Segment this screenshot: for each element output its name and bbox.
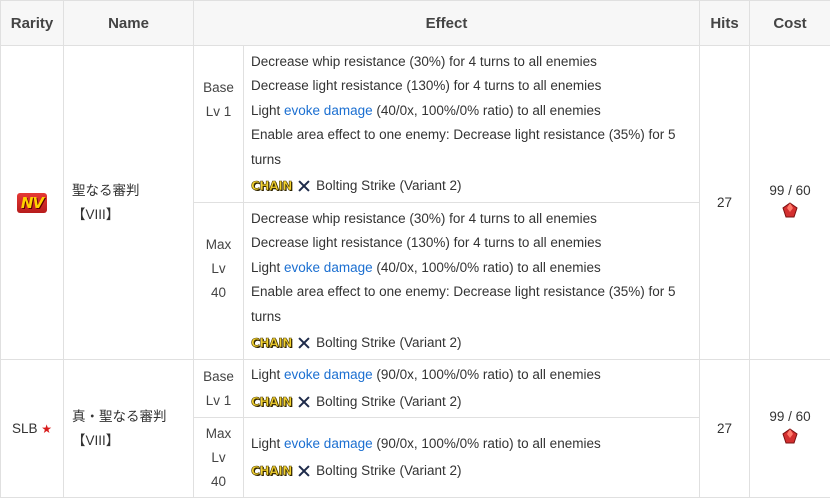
effect-line: Light evoke damage (90/0x, 100%/0% ratio… — [251, 432, 692, 457]
hits-value: 27 — [716, 195, 733, 210]
evoke-suffix: (90/0x, 100%/0% ratio) to all enemies — [372, 367, 601, 382]
level-value: Lv 1 — [205, 104, 232, 119]
chain-cross-icon — [298, 337, 310, 349]
evoke-damage-link[interactable]: evoke damage — [284, 436, 373, 451]
level-label: Max — [205, 237, 232, 252]
chain-row: CHAIN Bolting Strike (Variant 2) — [251, 390, 692, 415]
chain-row: CHAIN Bolting Strike (Variant 2) — [251, 459, 692, 484]
level-label: Base — [203, 80, 234, 95]
nv-rarity-badge: NV — [16, 192, 48, 213]
evoke-damage-link[interactable]: evoke damage — [284, 260, 373, 275]
level-label-cell: Max Lv 40 — [193, 202, 244, 360]
hits-cell: 27 — [699, 359, 750, 498]
evoke-suffix: (90/0x, 100%/0% ratio) to all enemies — [372, 436, 601, 451]
level-value: Lv 1 — [205, 392, 232, 408]
level-value: 40 — [210, 285, 227, 300]
chain-logo: CHAIN — [251, 336, 293, 351]
chain-cross-icon — [298, 180, 310, 192]
level-label: Base — [203, 368, 234, 384]
header-hits: Hits — [699, 0, 750, 46]
effect-cell: Light evoke damage (90/0x, 100%/0% ratio… — [243, 359, 700, 418]
rarity-cell: SLB ★ — [0, 359, 64, 498]
cost-value: 99 / 60 — [769, 183, 811, 198]
level-value: 40 — [210, 473, 227, 489]
rarity-text: SLB — [11, 421, 38, 436]
chain-skill-name: Bolting Strike (Variant 2) — [316, 178, 462, 193]
chain-skill-name: Bolting Strike (Variant 2) — [316, 335, 462, 350]
ability-name-cell: 真・聖なる審判 【VIII】 — [63, 359, 194, 498]
cost-cell: 99 / 60 — [749, 359, 830, 498]
header-rarity: Rarity — [0, 0, 64, 46]
chain-cross-icon — [298, 396, 310, 408]
hits-cell: 27 — [699, 45, 750, 360]
chain-cross-icon — [298, 465, 310, 477]
chain-logo: CHAIN — [251, 394, 293, 409]
chain-skill-name: Bolting Strike (Variant 2) — [316, 393, 462, 409]
effect-cell: Decrease whip resistance (30%) for 4 tur… — [243, 45, 700, 203]
evoke-prefix: Light — [251, 102, 285, 118]
evoke-prefix: Light — [251, 259, 285, 275]
level-label: Lv — [211, 449, 226, 465]
effect-line: Decrease light resistance (130%) for 4 t… — [251, 78, 602, 93]
effect-cell: Light evoke damage (90/0x, 100%/0% ratio… — [243, 417, 700, 498]
evoke-prefix: Light — [251, 436, 285, 451]
hits-value: 27 — [716, 421, 733, 436]
ability-name-suffix: 【VIII】 — [72, 206, 120, 222]
level-label: Max — [205, 425, 232, 441]
cost-value: 99 / 60 — [769, 409, 811, 424]
area-effect-line: Enable area effect to one enemy: Decreas… — [251, 284, 676, 324]
effect-line: Light evoke damage (90/0x, 100%/0% ratio… — [251, 363, 692, 388]
evoke-prefix: Light — [251, 367, 285, 382]
level-label-cell: Base Lv 1 — [193, 359, 244, 418]
area-effect-line: Enable area effect to one enemy: Decreas… — [251, 127, 676, 167]
ability-name-cell: 聖なる審判 【VIII】 — [63, 45, 194, 360]
red-gem-icon — [782, 428, 798, 444]
ability-name: 真・聖なる審判 — [72, 408, 167, 424]
header-effect: Effect — [193, 0, 700, 46]
star-icon: ★ — [41, 422, 53, 436]
chain-row: CHAIN Bolting Strike (Variant 2) — [251, 174, 692, 199]
ability-name-suffix: 【VIII】 — [72, 432, 120, 448]
evoke-suffix: (40/0x, 100%/0% ratio) to all enemies — [372, 102, 601, 118]
rarity-cell: NV — [0, 45, 64, 360]
table-row: SLB ★ 真・聖なる審判 【VIII】 Base Lv 1 Light evo… — [0, 359, 830, 498]
cost-cell: 99 / 60 — [749, 45, 830, 360]
evoke-damage-link[interactable]: evoke damage — [284, 367, 373, 382]
effect-line: Light evoke damage (40/0x, 100%/0% ratio… — [251, 99, 692, 124]
header-name: Name — [63, 0, 194, 46]
effect-line: Decrease whip resistance (30%) for 4 tur… — [251, 53, 597, 69]
level-label: Lv — [211, 261, 226, 276]
effect-line: Decrease light resistance (130%) for 4 t… — [251, 235, 602, 250]
chain-logo: CHAIN — [251, 463, 293, 478]
table-row: NV 聖なる審判 【VIII】 Base Lv 1 Decrease whip … — [0, 45, 830, 360]
effect-cell: Decrease whip resistance (30%) for 4 tur… — [243, 202, 700, 360]
header-row: Rarity Name Effect Hits Cost — [0, 0, 830, 46]
evoke-damage-link[interactable]: evoke damage — [284, 103, 373, 118]
effect-line: Decrease whip resistance (30%) for 4 tur… — [251, 210, 597, 226]
chain-logo: CHAIN — [251, 179, 293, 194]
ability-table: Rarity Name Effect Hits Cost NV 聖なる審判 【V… — [0, 0, 830, 498]
chain-skill-name: Bolting Strike (Variant 2) — [316, 462, 462, 478]
red-gem-icon — [782, 202, 798, 218]
level-label-cell: Base Lv 1 — [193, 45, 244, 203]
header-cost: Cost — [749, 0, 830, 46]
effect-line: Light evoke damage (40/0x, 100%/0% ratio… — [251, 256, 692, 281]
chain-row: CHAIN Bolting Strike (Variant 2) — [251, 331, 692, 356]
evoke-suffix: (40/0x, 100%/0% ratio) to all enemies — [372, 259, 601, 275]
ability-name: 聖なる審判 — [72, 182, 140, 198]
level-label-cell: Max Lv 40 — [193, 417, 244, 498]
